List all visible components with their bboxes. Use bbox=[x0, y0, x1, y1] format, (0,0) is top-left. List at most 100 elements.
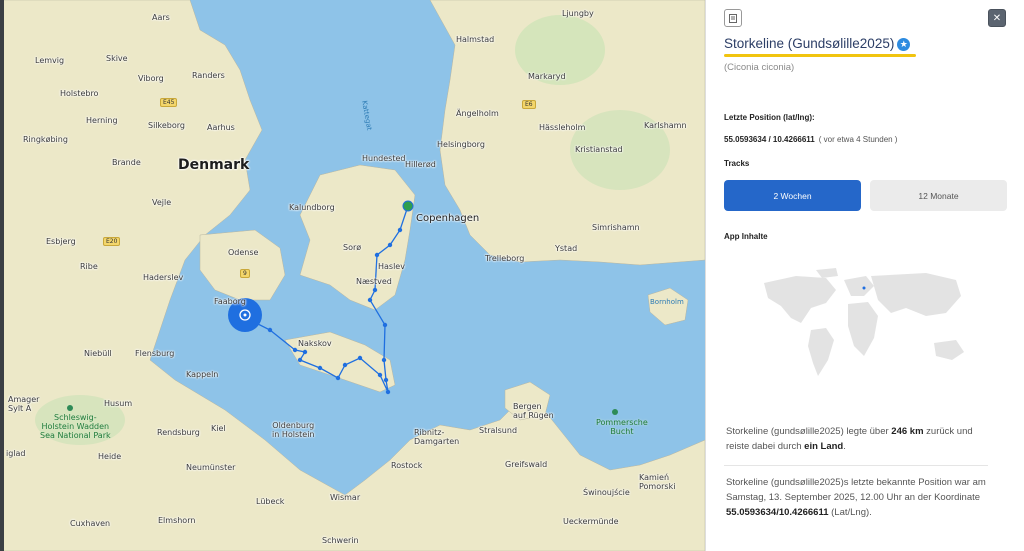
map-label: Ringkøbing bbox=[23, 135, 68, 144]
map-label: Faaborg bbox=[214, 297, 246, 306]
map-label: Næstved bbox=[356, 277, 392, 286]
track-point[interactable] bbox=[342, 362, 348, 368]
map-label: Ljungby bbox=[562, 9, 594, 18]
track-point[interactable] bbox=[292, 347, 298, 353]
scientific-name: (Ciconia ciconia) bbox=[724, 62, 795, 73]
map-label: Markaryd bbox=[528, 72, 566, 81]
coords-ago: ( vor etwa 4 Stunden ) bbox=[818, 135, 898, 144]
close-icon[interactable]: ✕ bbox=[988, 9, 1006, 27]
map-label: Holstebro bbox=[60, 89, 99, 98]
map-label: Rendsburg bbox=[157, 428, 200, 437]
map-label: Cuxhaven bbox=[70, 519, 111, 528]
map-label: Hundested bbox=[362, 154, 406, 163]
track-point[interactable] bbox=[302, 349, 308, 355]
tab-12-months[interactable]: 12 Monate bbox=[870, 180, 1007, 211]
map-label-park: Schleswig- Holstein Wadden Sea National … bbox=[40, 413, 111, 440]
map-label: Silkeborg bbox=[148, 121, 185, 130]
map-label: Hässleholm bbox=[539, 123, 586, 132]
map-label: Hillerød bbox=[405, 160, 436, 169]
track-point[interactable] bbox=[383, 377, 389, 383]
map-label: Karlshamn bbox=[644, 121, 687, 130]
map-label: Kalundborg bbox=[289, 203, 335, 212]
distance-value: 246 km bbox=[891, 426, 924, 437]
divider bbox=[724, 465, 988, 466]
app-content-label: App Inhalte bbox=[724, 232, 768, 241]
track-point[interactable] bbox=[377, 372, 383, 378]
map-label: Flensburg bbox=[135, 349, 175, 358]
track-point[interactable] bbox=[374, 252, 380, 258]
track-point[interactable] bbox=[297, 357, 303, 363]
map-label: Odense bbox=[228, 248, 259, 257]
map-label: Ystad bbox=[555, 244, 578, 253]
list-icon[interactable] bbox=[724, 9, 742, 27]
country-count: ein Land bbox=[804, 441, 844, 452]
track-point[interactable] bbox=[382, 322, 388, 328]
map-canvas[interactable] bbox=[0, 0, 705, 551]
map-label-island: Bornholm bbox=[650, 298, 684, 306]
land-funen bbox=[199, 229, 286, 301]
last-position-label: Letzte Position (lat/lng): bbox=[724, 113, 815, 122]
star-icon[interactable]: ★ bbox=[897, 38, 911, 51]
map-label: Brande bbox=[112, 158, 141, 167]
summary-text: Storkeline (gundsølille2025) legte über bbox=[726, 426, 892, 437]
track-point[interactable] bbox=[357, 355, 363, 361]
track-point[interactable] bbox=[387, 242, 393, 248]
summary-last-position: Storkeline (gundsølille2025)s letzte bek… bbox=[726, 475, 991, 520]
map-label: Schwerin bbox=[322, 536, 359, 545]
map-label: Vejle bbox=[152, 198, 172, 207]
title-underline bbox=[724, 54, 916, 57]
map-label: Niebüll bbox=[84, 349, 112, 358]
road-badge: E6 bbox=[522, 100, 536, 109]
summary-text: (Lat/Lng). bbox=[828, 507, 872, 518]
map-label: Trelleborg bbox=[485, 254, 525, 263]
tab-2-weeks[interactable]: 2 Wochen bbox=[724, 180, 861, 211]
map-label-copenhagen: Copenhagen bbox=[416, 213, 480, 224]
tracks-label: Tracks bbox=[724, 159, 750, 168]
map-label: Aars bbox=[152, 13, 170, 22]
start-marker bbox=[402, 200, 414, 212]
map-label: Lemvig bbox=[35, 56, 65, 65]
map-label: Kappeln bbox=[186, 370, 219, 379]
map-edge bbox=[0, 0, 4, 551]
track-point[interactable] bbox=[385, 389, 391, 395]
map-label: Ueckermünde bbox=[563, 517, 619, 526]
map-label: Nakskov bbox=[298, 339, 332, 348]
map-label: Halmstad bbox=[456, 35, 495, 44]
map-label: Ribnitz- Damgarten bbox=[414, 428, 460, 446]
map-label: Wismar bbox=[330, 493, 361, 502]
land-bornholm bbox=[647, 287, 689, 326]
road-badge: E20 bbox=[103, 237, 121, 246]
track-point[interactable] bbox=[335, 375, 341, 381]
animal-title: Storkeline (Gundsølille2025) ★ bbox=[724, 36, 911, 51]
map-label: Greifswald bbox=[505, 460, 548, 469]
coords-bold: 55.0593634/10.4266611 bbox=[726, 507, 829, 518]
track-point[interactable] bbox=[397, 227, 403, 233]
map-label: Skive bbox=[106, 54, 128, 63]
track-point[interactable] bbox=[317, 365, 323, 371]
road-badge: 9 bbox=[240, 269, 250, 278]
track-point[interactable] bbox=[372, 287, 378, 293]
map-label: Bergen auf Rügen bbox=[513, 402, 554, 420]
park-icon bbox=[612, 409, 618, 415]
map-label: Elmshorn bbox=[158, 516, 196, 525]
map-label: Esbjerg bbox=[46, 237, 76, 246]
track-point[interactable] bbox=[267, 327, 273, 333]
location-dot bbox=[862, 286, 866, 290]
map-label: Ängelholm bbox=[456, 109, 499, 118]
track-point[interactable] bbox=[367, 297, 373, 303]
map-label: Świnoujście bbox=[583, 488, 630, 497]
track-point[interactable] bbox=[381, 357, 387, 363]
map-view[interactable]: Denmark Copenhagen Aars Randers Viborg S… bbox=[0, 0, 705, 551]
land-zealand bbox=[299, 164, 416, 311]
summary-distance: Storkeline (gundsølille2025) legte über … bbox=[726, 424, 991, 454]
map-label: iglad bbox=[6, 449, 26, 458]
animal-name: Storkeline (Gundsølille2025) bbox=[724, 36, 895, 51]
summary-text: . bbox=[843, 441, 846, 452]
map-label: Kiel bbox=[211, 424, 226, 433]
coords-line: 55.0593634 / 10.4266611( vor etwa 4 Stun… bbox=[724, 135, 897, 144]
map-label: Viborg bbox=[138, 74, 164, 83]
summary-text: Storkeline (gundsølille2025)s letzte bek… bbox=[726, 477, 986, 503]
map-label: Haderslev bbox=[143, 273, 184, 282]
world-map-thumbnail bbox=[764, 268, 964, 376]
map-label: Simrishamn bbox=[592, 223, 640, 232]
